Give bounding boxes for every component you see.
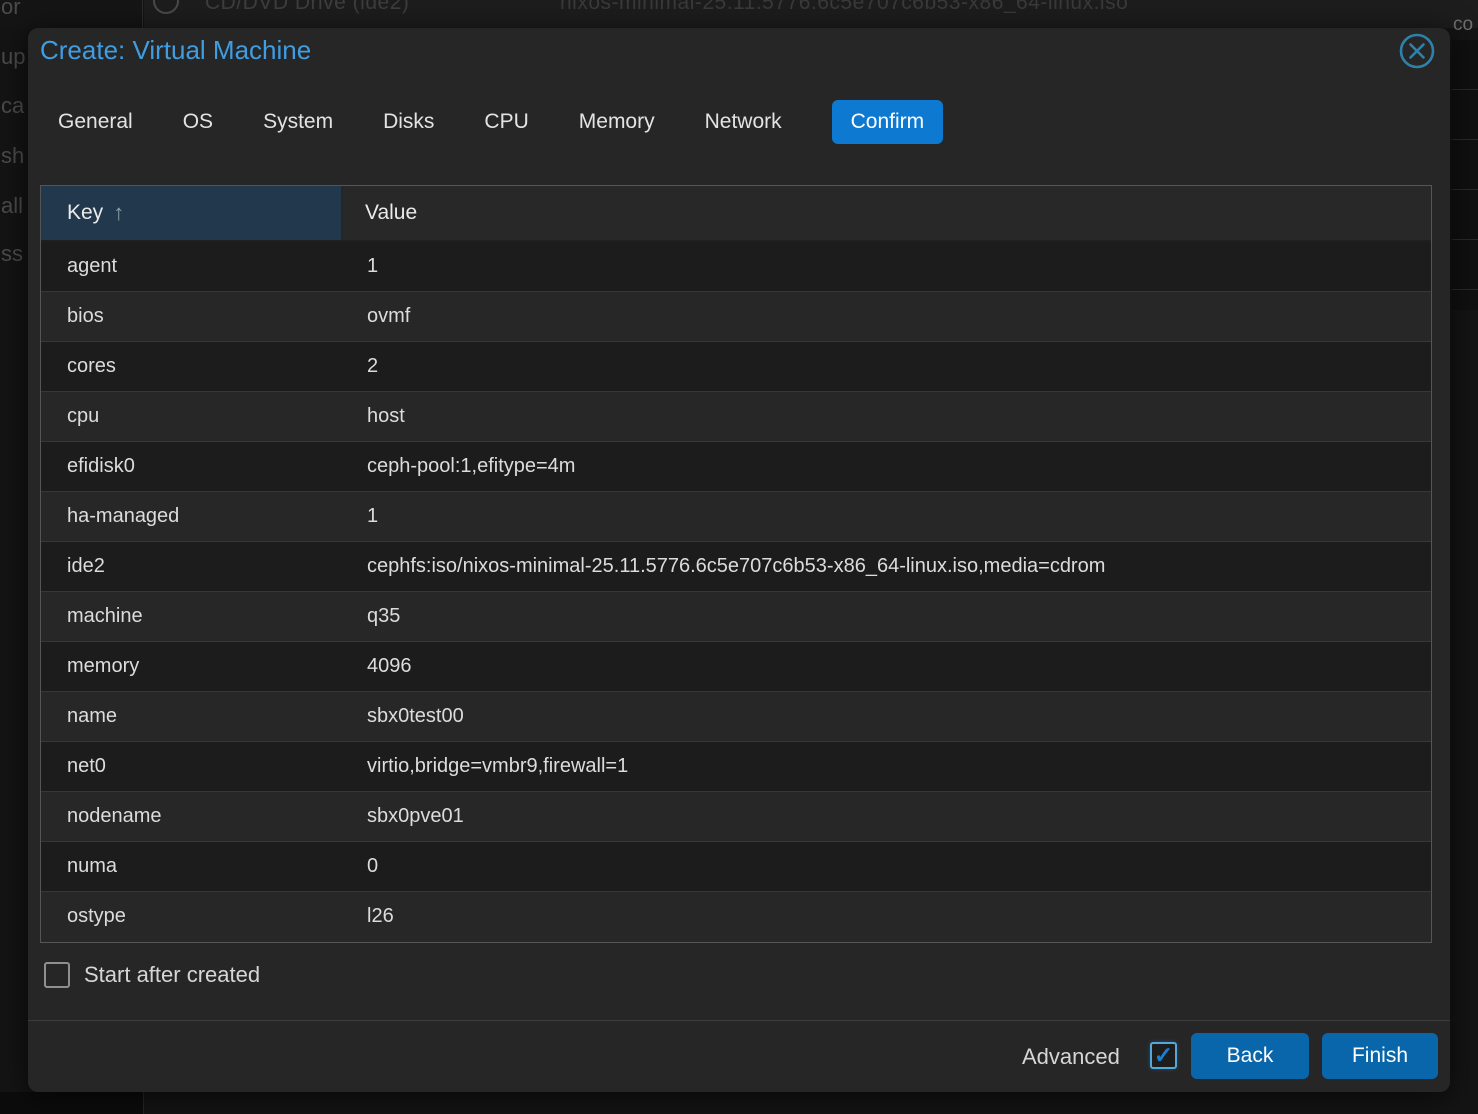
- close-button[interactable]: [1398, 32, 1436, 70]
- table-row[interactable]: machine q35: [41, 592, 1431, 642]
- table-row[interactable]: ide2 cephfs:iso/nixos-minimal-25.11.5776…: [41, 542, 1431, 592]
- start-after-created-row: Start after created: [44, 962, 260, 988]
- table-header: Key ↑ Value: [41, 186, 1431, 242]
- table-row[interactable]: ha-managed 1: [41, 492, 1431, 542]
- table-row[interactable]: nodename sbx0pve01: [41, 792, 1431, 842]
- create-vm-dialog: Create: Virtual Machine General OS Syste…: [28, 28, 1450, 1092]
- backdrop-text-fragment: all: [1, 193, 23, 219]
- check-icon: ✓: [1154, 1044, 1173, 1067]
- table-row[interactable]: efidisk0 ceph-pool:1,efitype=4m: [41, 442, 1431, 492]
- table-row[interactable]: name sbx0test00: [41, 692, 1431, 742]
- row-value: 0: [345, 842, 1431, 891]
- close-icon: [1398, 32, 1436, 70]
- row-value: l26: [345, 892, 1431, 942]
- backdrop-sidebar-edge: [0, 0, 143, 28]
- footer-divider: [28, 1020, 1450, 1021]
- sort-ascending-icon: ↑: [113, 200, 124, 226]
- backdrop-grid-rows: [1452, 40, 1478, 310]
- row-key: machine: [41, 592, 345, 641]
- row-key: efidisk0: [41, 442, 345, 491]
- tab-general[interactable]: General: [58, 100, 133, 144]
- tab-network[interactable]: Network: [705, 100, 782, 144]
- column-header-key-label: Key: [67, 201, 103, 225]
- row-value: ceph-pool:1,efitype=4m: [345, 442, 1431, 491]
- row-value: virtio,bridge=vmbr9,firewall=1: [345, 742, 1431, 791]
- tab-disks[interactable]: Disks: [383, 100, 434, 144]
- column-header-value-label: Value: [365, 201, 417, 225]
- row-key: cpu: [41, 392, 345, 441]
- row-value: ovmf: [345, 292, 1431, 341]
- column-header-key[interactable]: Key ↑: [41, 186, 343, 240]
- row-key: ide2: [41, 542, 345, 591]
- backdrop-text-fragment: or: [1, 0, 21, 20]
- row-key: memory: [41, 642, 345, 691]
- backdrop-text-fragment: sh: [1, 143, 24, 169]
- dialog-tabbar: General OS System Disks CPU Memory Netwo…: [58, 99, 943, 145]
- finish-button[interactable]: Finish: [1322, 1033, 1438, 1079]
- row-key: numa: [41, 842, 345, 891]
- table-row[interactable]: cpu host: [41, 392, 1431, 442]
- row-value: cephfs:iso/nixos-minimal-25.11.5776.6c5e…: [345, 542, 1431, 591]
- backdrop-divider: [143, 1092, 144, 1114]
- table-row[interactable]: net0 virtio,bridge=vmbr9,firewall=1: [41, 742, 1431, 792]
- back-button[interactable]: Back: [1191, 1033, 1309, 1079]
- tab-memory[interactable]: Memory: [579, 100, 655, 144]
- backdrop-text-fragment: ss: [1, 241, 23, 267]
- backdrop-row-value: nixos-minimal-25.11.5776.6c5e707c6b53-x8…: [560, 0, 1128, 15]
- row-key: name: [41, 692, 345, 741]
- tab-confirm[interactable]: Confirm: [832, 100, 944, 144]
- row-value: sbx0test00: [345, 692, 1431, 741]
- row-key: nodename: [41, 792, 345, 841]
- table-row[interactable]: ostype l26: [41, 892, 1431, 942]
- table-row[interactable]: numa 0: [41, 842, 1431, 892]
- table-row[interactable]: cores 2: [41, 342, 1431, 392]
- tab-system[interactable]: System: [263, 100, 333, 144]
- table-row[interactable]: bios ovmf: [41, 292, 1431, 342]
- row-value: 4096: [345, 642, 1431, 691]
- dialog-title: Create: Virtual Machine: [40, 35, 311, 66]
- tab-cpu[interactable]: CPU: [484, 100, 528, 144]
- backdrop-row-label: CD/DVD Drive (ide2): [205, 0, 409, 15]
- advanced-checkbox[interactable]: ✓: [1150, 1042, 1177, 1069]
- row-value: q35: [345, 592, 1431, 641]
- row-value: sbx0pve01: [345, 792, 1431, 841]
- column-header-value[interactable]: Value: [343, 186, 1431, 240]
- backdrop-text-fragment: ca: [1, 93, 24, 119]
- row-key: net0: [41, 742, 345, 791]
- advanced-label: Advanced: [1022, 1044, 1120, 1070]
- row-key: ha-managed: [41, 492, 345, 541]
- row-key: ostype: [41, 892, 345, 942]
- row-value: 1: [345, 242, 1431, 291]
- row-key: bios: [41, 292, 345, 341]
- row-key: cores: [41, 342, 345, 391]
- start-after-created-checkbox[interactable]: [44, 962, 70, 988]
- row-key: agent: [41, 242, 345, 291]
- table-row[interactable]: memory 4096: [41, 642, 1431, 692]
- backdrop-text-fragment: up: [1, 44, 25, 70]
- tab-os[interactable]: OS: [183, 100, 213, 144]
- table-row[interactable]: agent 1: [41, 242, 1431, 292]
- backdrop-sidebar-bottom: [0, 1092, 143, 1114]
- confirm-settings-table: Key ↑ Value agent 1 bios ovmf cores 2 cp…: [40, 185, 1432, 943]
- row-value: host: [345, 392, 1431, 441]
- backdrop-text-fragment: co: [1453, 14, 1473, 36]
- row-value: 1: [345, 492, 1431, 541]
- start-after-created-label: Start after created: [84, 962, 260, 988]
- row-value: 2: [345, 342, 1431, 391]
